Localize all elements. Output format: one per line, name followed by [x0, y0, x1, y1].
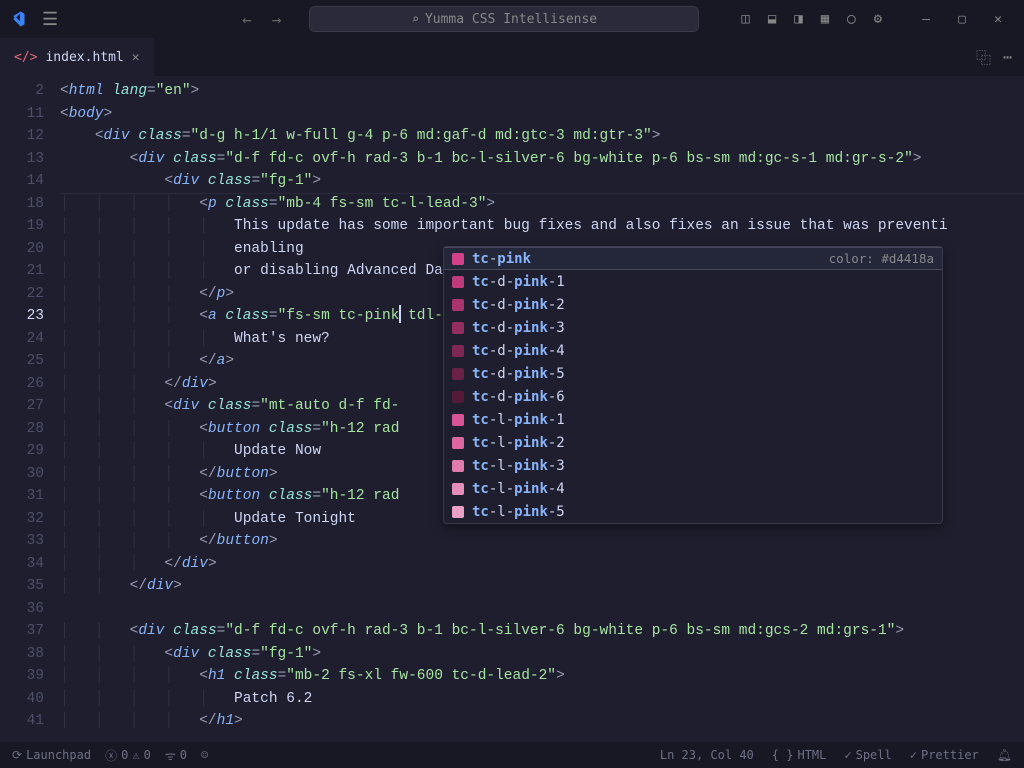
menu-icon[interactable]: ☰ — [34, 5, 66, 34]
close-icon[interactable]: ✕ — [980, 4, 1016, 34]
suggest-item[interactable]: tc-l-pink-1 — [444, 408, 942, 431]
tab-index-html[interactable]: </> index.html ✕ — [0, 38, 154, 76]
suggest-item[interactable]: tc-l-pink-2 — [444, 431, 942, 454]
nav-back-icon[interactable]: ← — [234, 6, 260, 33]
layout-left-icon[interactable]: ◫ — [735, 7, 755, 31]
more-icon[interactable]: ⋯ — [1003, 48, 1012, 66]
split-editor-icon[interactable]: ⿻ — [976, 47, 991, 68]
minimize-icon[interactable]: — — [908, 4, 944, 34]
tabbar: </> index.html ✕ ⿻ ⋯ — [0, 38, 1024, 76]
suggest-item[interactable]: tc-d-pink-3 — [444, 316, 942, 339]
ports-item[interactable]: ᯤ 0 — [165, 747, 187, 764]
command-center[interactable]: ⌕ Yumma CSS Intellisense — [309, 6, 699, 32]
suggest-item[interactable]: tc-d-pink-4 — [444, 339, 942, 362]
layout-right-icon[interactable]: ◨ — [788, 7, 808, 31]
suggest-item[interactable]: tc-pinkcolor: #d4418a — [444, 247, 942, 270]
tab-close-icon[interactable]: ✕ — [132, 50, 140, 65]
html-file-icon: </> — [14, 50, 37, 65]
vscode-logo-icon — [8, 10, 26, 28]
suggest-item[interactable]: tc-d-pink-2 — [444, 293, 942, 316]
prettier-item[interactable]: ✓ Prettier — [910, 748, 979, 762]
gutter: 2111213141819202122232425262728293031323… — [0, 76, 60, 742]
tab-label: index.html — [45, 50, 123, 65]
gear-icon[interactable]: ⚙ — [868, 7, 888, 31]
suggest-widget[interactable]: tc-pinkcolor: #d4418atc-d-pink-1tc-d-pin… — [443, 246, 943, 524]
title-icons: ◫ ⬓ ◨ ▦ ◯ ⚙ — ▢ ✕ — [735, 4, 1016, 34]
spell-item[interactable]: ✓ Spell — [844, 748, 891, 762]
suggest-item[interactable]: tc-l-pink-5 — [444, 500, 942, 523]
bell-icon[interactable]: 🔔︎ — [997, 748, 1012, 762]
statusbar: ⟳ Launchpad ⓧ 0 ⚠ 0 ᯤ 0 ☺ Ln 23, Col 40 … — [0, 742, 1024, 768]
language-mode[interactable]: { } HTML — [772, 748, 827, 762]
suggest-item[interactable]: tc-d-pink-6 — [444, 385, 942, 408]
titlebar: ☰ ← → ⌕ Yumma CSS Intellisense ◫ ⬓ ◨ ▦ ◯… — [0, 0, 1024, 38]
nav-forward-icon[interactable]: → — [264, 6, 290, 33]
layout-grid-icon[interactable]: ▦ — [815, 7, 835, 31]
maximize-icon[interactable]: ▢ — [944, 4, 980, 34]
search-icon: ⌕ — [412, 12, 419, 26]
suggest-item[interactable]: tc-l-pink-3 — [444, 454, 942, 477]
suggest-item[interactable]: tc-d-pink-1 — [444, 270, 942, 293]
problems-item[interactable]: ⓧ 0 ⚠ 0 — [105, 747, 151, 764]
cursor-position[interactable]: Ln 23, Col 40 — [660, 748, 754, 762]
nav-arrows: ← → — [234, 6, 289, 33]
suggest-item[interactable]: tc-d-pink-5 — [444, 362, 942, 385]
suggest-item[interactable]: tc-l-pink-4 — [444, 477, 942, 500]
layout-bottom-icon[interactable]: ⬓ — [762, 7, 782, 31]
launchpad-item[interactable]: ⟳ Launchpad — [12, 748, 91, 762]
feedback-icon[interactable]: ☺ — [201, 748, 208, 762]
account-icon[interactable]: ◯ — [841, 7, 861, 31]
command-center-text: Yumma CSS Intellisense — [425, 12, 597, 27]
